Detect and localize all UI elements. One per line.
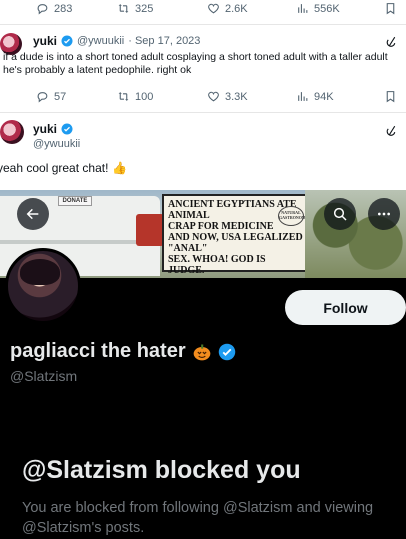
retweet-icon	[118, 4, 129, 13]
thumbs-up-emoji: 👍	[112, 161, 128, 175]
profile-display-name: pagliacci the hater	[10, 340, 186, 362]
search-button[interactable]	[324, 198, 356, 230]
verified-badge-icon[interactable]	[218, 343, 236, 361]
truck-taillight	[136, 214, 164, 246]
pumpkin-emoji-icon	[193, 344, 210, 360]
bookmark-action[interactable]	[384, 2, 397, 15]
tweet-text: if a dude is into a short toned adult co…	[3, 51, 388, 76]
sign-badge: Natural Gastronomy	[278, 206, 309, 226]
banner-sign: Ancient Egyptians ate animal crap for me…	[162, 194, 310, 276]
display-name[interactable]: yuki	[33, 34, 57, 48]
sign-line: sex. Whoa! God is judge.	[168, 254, 266, 276]
tweet-author[interactable]: yuki @ywuukii · Sep 17, 2023	[33, 34, 200, 48]
profile-handle: @Slatzism	[10, 368, 78, 384]
tweet-date[interactable]: · Sep 17, 2023	[128, 35, 200, 47]
blocked-profile-view: DONATE Ancient Egyptians ate animal crap…	[0, 190, 406, 539]
back-button[interactable]	[17, 198, 49, 230]
follow-button[interactable]: Follow	[285, 290, 406, 325]
views-count: 94K	[314, 90, 334, 103]
retweet-count: 325	[135, 2, 154, 15]
analytics-icon	[298, 92, 308, 101]
tweet-actions: 57 100 3.3K 94K	[0, 90, 406, 104]
blocked-title: @Slatzism blocked you	[22, 456, 301, 484]
bookmark-icon	[386, 91, 395, 103]
more-icon	[378, 212, 390, 216]
tweet-author[interactable]: yuki	[33, 122, 73, 136]
bookmark-icon	[386, 3, 395, 15]
views-count: 556K	[314, 2, 340, 15]
reply-action[interactable]: 283	[36, 2, 72, 15]
verified-badge-icon	[61, 35, 73, 47]
like-count: 3.3K	[225, 90, 248, 103]
verified-badge-icon	[61, 123, 73, 135]
reply-count: 283	[54, 2, 73, 15]
reply-count: 57	[54, 90, 67, 103]
views-action[interactable]: 94K	[296, 90, 334, 103]
reply-icon	[37, 92, 48, 103]
divider	[0, 24, 406, 25]
display-name[interactable]: yuki	[33, 122, 57, 136]
like-action[interactable]: 2.6K	[207, 2, 248, 15]
blocked-description: You are blocked from following @Slatzism…	[22, 500, 374, 536]
avatar[interactable]	[0, 120, 24, 144]
retweet-count: 100	[135, 90, 154, 103]
retweet-action[interactable]: 325	[117, 2, 153, 15]
reply-action[interactable]: 57	[36, 90, 66, 103]
tweet-actions-top: 283 325 2.6K 556K	[0, 2, 406, 16]
retweet-icon	[118, 92, 129, 101]
handle[interactable]: @ywuukii	[33, 138, 80, 150]
profile-avatar[interactable]	[5, 248, 81, 324]
reply-icon	[37, 4, 48, 15]
heart-icon	[208, 3, 219, 14]
arrow-left-icon	[26, 208, 39, 220]
search-icon	[333, 207, 347, 221]
grok-icon[interactable]	[385, 124, 398, 137]
like-action[interactable]: 3.3K	[207, 90, 248, 103]
handle[interactable]: @ywuukii	[77, 35, 124, 47]
bookmark-action[interactable]	[384, 90, 397, 103]
divider	[0, 112, 406, 113]
more-options-button[interactable]	[368, 198, 400, 230]
views-action[interactable]: 556K	[296, 2, 340, 15]
analytics-icon	[298, 4, 308, 13]
tweet-text: yeah cool great chat!	[0, 161, 109, 175]
tweet-text-row: yeah cool great chat! 👍	[0, 162, 127, 175]
grok-icon[interactable]	[385, 35, 398, 48]
heart-icon	[208, 91, 219, 102]
sign-line: And now, USA legalized "anal"	[168, 232, 303, 254]
profile-name: pagliacci the hater	[10, 340, 236, 363]
like-count: 2.6K	[225, 2, 248, 15]
retweet-action[interactable]: 100	[117, 90, 153, 103]
light-tweet-section: 283 325 2.6K 556K yuki @ywuukii · Sep 17…	[0, 0, 406, 190]
donate-label: DONATE	[58, 196, 92, 206]
